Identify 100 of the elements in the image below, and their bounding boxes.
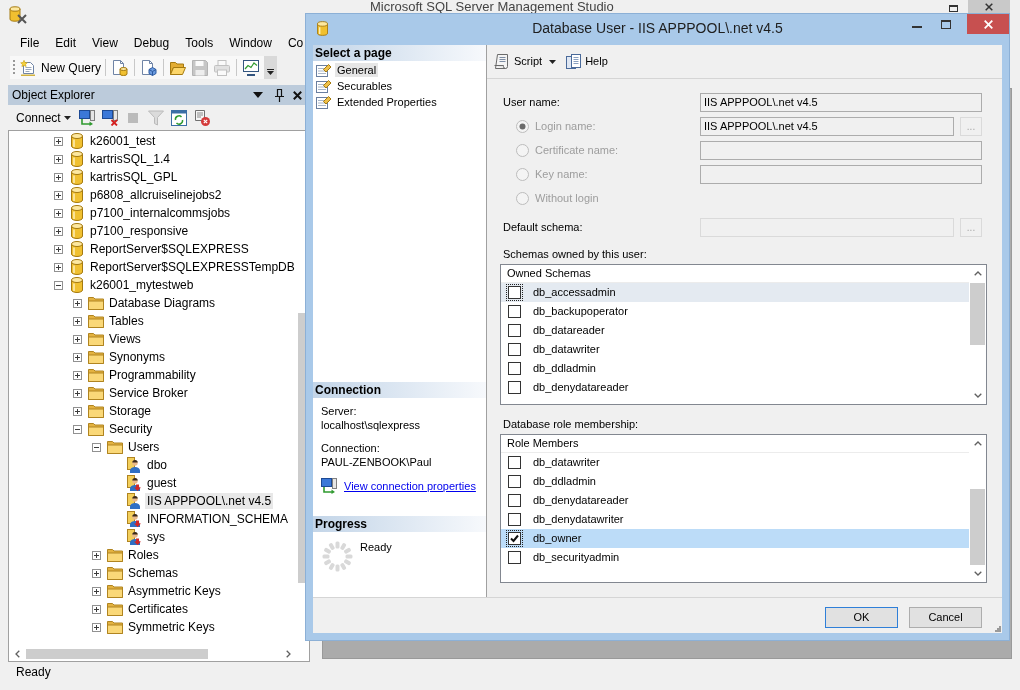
scroll-down-icon[interactable] (973, 571, 982, 576)
list-item[interactable]: db_securityadmin (501, 548, 969, 567)
tree-item[interactable]: p7100_internalcommsjobs (88, 205, 233, 221)
list-item[interactable]: db_denydatareader (501, 491, 969, 510)
collapse-icon[interactable] (73, 424, 82, 434)
tree-item[interactable]: Storage (107, 403, 154, 419)
expand-icon[interactable] (73, 406, 82, 416)
pin-icon[interactable] (275, 88, 284, 102)
connect-button[interactable]: Connect (15, 108, 72, 127)
tree-item[interactable]: Schemas (126, 565, 181, 581)
dropdown-icon[interactable] (253, 92, 263, 98)
column-header[interactable]: Role Members (501, 435, 969, 453)
expand-icon[interactable] (73, 298, 82, 308)
list-item[interactable]: db_denydatawriter (501, 510, 969, 529)
tree-item[interactable]: Programmability (107, 367, 198, 383)
menu-item[interactable]: View (92, 34, 118, 51)
collapse-icon[interactable] (54, 280, 63, 290)
scroll-left-icon[interactable] (15, 650, 20, 658)
scrollbar-thumb[interactable] (26, 649, 208, 659)
tree-item[interactable]: Views (107, 331, 143, 347)
expand-icon[interactable] (54, 136, 63, 146)
checkbox[interactable] (508, 305, 521, 318)
menu-item[interactable]: Co (287, 34, 304, 51)
checkbox[interactable] (508, 475, 521, 488)
expand-icon[interactable] (73, 388, 82, 398)
scroll-down-icon[interactable] (973, 393, 982, 398)
expand-icon[interactable] (92, 604, 101, 614)
grip-icon[interactable] (13, 60, 16, 75)
list-item[interactable]: db_datareader (501, 321, 969, 340)
checkbox[interactable] (508, 324, 521, 337)
tree-item[interactable]: ReportServer$SQLEXPRESSTempDB (88, 259, 297, 275)
checkbox[interactable] (508, 362, 521, 375)
list-item[interactable]: db_backupoperator (501, 302, 969, 321)
tree-item[interactable]: Roles (126, 547, 161, 563)
help-button[interactable]: Help (566, 53, 608, 70)
menu-item[interactable]: File (20, 34, 40, 51)
expand-icon[interactable] (54, 244, 63, 254)
tree-item[interactable]: IIS APPPOOL\.net v4.5 (145, 493, 274, 509)
tree-item[interactable]: Users (126, 439, 162, 455)
tree-item[interactable]: Security (107, 421, 155, 437)
expand-icon[interactable] (73, 334, 82, 344)
checkbox[interactable] (508, 381, 521, 394)
tree-item[interactable]: p7100_responsive (88, 223, 191, 239)
toolbar-overflow-button[interactable] (264, 56, 278, 79)
tree-item[interactable]: Service Broker (107, 385, 190, 401)
scroll-up-icon[interactable] (973, 271, 982, 276)
scrollbar-thumb[interactable] (970, 283, 985, 345)
expand-icon[interactable] (54, 208, 63, 218)
close-button[interactable] (968, 0, 1010, 13)
list-item[interactable]: db_denydatareader (501, 378, 969, 397)
text-field[interactable]: IIS APPPOOL\.net v4.5 (700, 93, 982, 112)
expand-icon[interactable] (92, 622, 101, 632)
expand-icon[interactable] (54, 226, 63, 236)
caret-down-icon[interactable] (548, 59, 556, 64)
tree-item[interactable]: kartrisSQL_1.4 (88, 151, 173, 167)
tree-item[interactable]: Synonyms (107, 349, 168, 365)
close-icon[interactable] (293, 90, 302, 100)
tree-item[interactable]: INFORMATION_SCHEMA (145, 511, 291, 527)
restore-icon[interactable] (949, 5, 958, 12)
tree-item[interactable]: Certificates (126, 601, 191, 617)
menu-item[interactable]: Tools (185, 34, 214, 51)
checkbox[interactable] (508, 286, 521, 299)
checkbox[interactable] (508, 513, 521, 526)
scroll-right-icon[interactable] (286, 650, 291, 658)
menu-item[interactable]: Edit (55, 34, 77, 51)
close-button[interactable] (967, 14, 1009, 34)
script-button[interactable]: Script (494, 53, 543, 70)
dialog-button[interactable]: Cancel (909, 607, 982, 628)
connection-properties-link[interactable]: View connection properties (344, 479, 476, 493)
list-item[interactable]: db_ddladmin (501, 472, 969, 491)
resize-grip-icon[interactable] (995, 626, 1001, 632)
list-item[interactable]: db_ddladmin (501, 359, 969, 378)
expand-icon[interactable] (73, 370, 82, 380)
collapse-icon[interactable] (92, 442, 101, 452)
checkbox[interactable] (508, 494, 521, 507)
checkbox[interactable] (508, 532, 521, 545)
expand-icon[interactable] (92, 586, 101, 596)
page-item[interactable]: Securables (335, 79, 395, 93)
list-item[interactable]: db_datawriter (501, 453, 969, 472)
scroll-up-icon[interactable] (973, 441, 982, 446)
expand-icon[interactable] (73, 316, 82, 326)
tree-item[interactable]: Symmetric Keys (126, 619, 217, 635)
tree-item[interactable]: guest (145, 475, 179, 491)
expand-icon[interactable] (54, 190, 63, 200)
tree-item[interactable]: ReportServer$SQLEXPRESS (88, 241, 251, 257)
tree-item[interactable]: Asymmetric Keys (126, 583, 223, 599)
list-item[interactable]: db_owner (501, 529, 969, 548)
menu-item[interactable]: Window (229, 34, 272, 51)
tree-item[interactable]: kartrisSQL_GPL (88, 169, 180, 185)
tree-item[interactable]: Tables (107, 313, 146, 329)
tree-item[interactable]: k26001_test (88, 133, 158, 149)
expand-icon[interactable] (54, 172, 63, 182)
expand-icon[interactable] (54, 262, 63, 272)
expand-icon[interactable] (92, 568, 101, 578)
new-query-button[interactable]: New Query (19, 56, 103, 79)
dialog-button[interactable]: OK (825, 607, 898, 628)
page-item[interactable]: Extended Properties (335, 95, 439, 109)
menu-item[interactable]: Debug (133, 34, 170, 51)
checkbox[interactable] (508, 456, 521, 469)
tree-item[interactable]: p6808_allcruiselinejobs2 (88, 187, 224, 203)
